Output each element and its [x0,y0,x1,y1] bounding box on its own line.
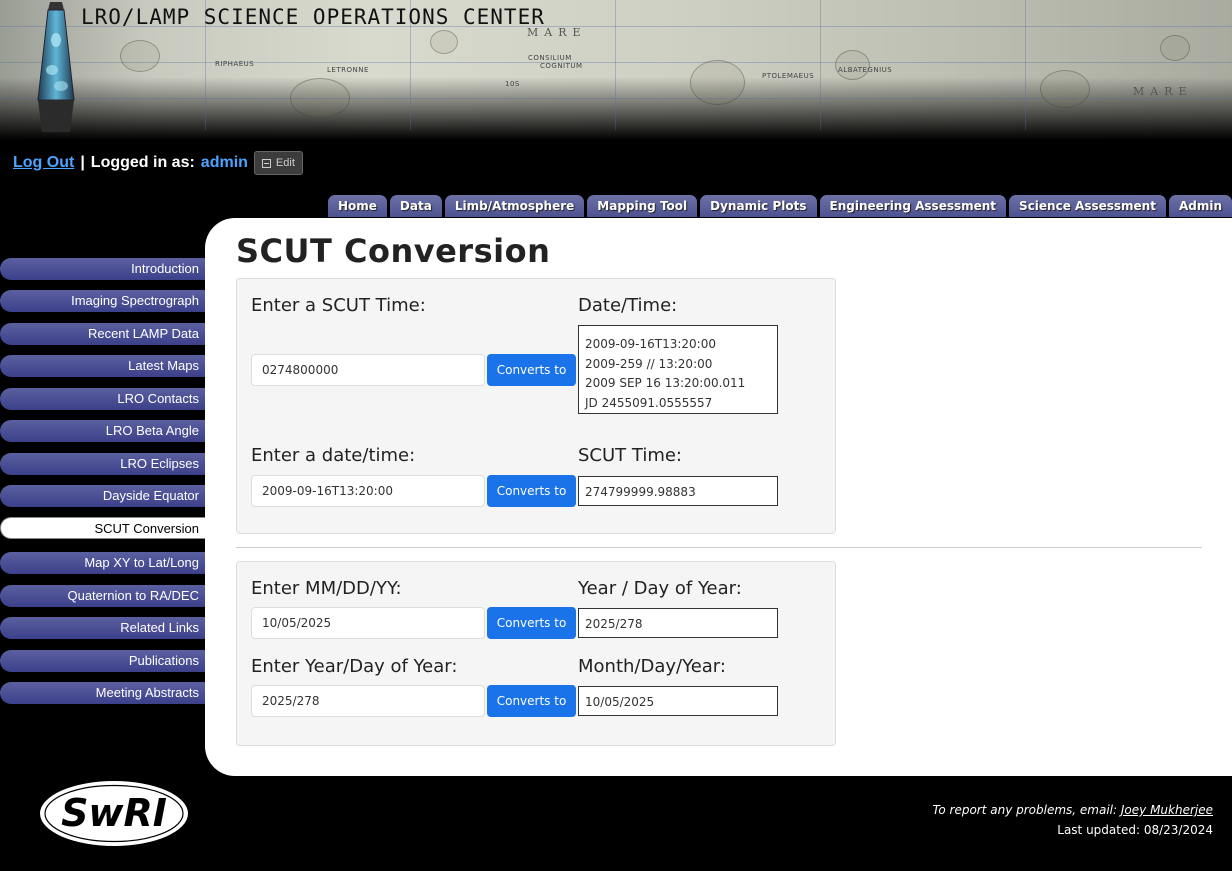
swri-logo-text: SwRI [61,791,167,835]
map-label: ALBATEGNIUS [838,66,893,74]
main-content: SCUT Conversion Enter a SCUT Time: 02748… [205,218,1232,776]
map-crater [1040,70,1090,108]
datetime-output-line: JD 2455091.0555557 [585,395,713,410]
tab-dynamic-plots[interactable]: Dynamic Plots [700,195,817,217]
ydoy-input-label: Enter Year/Day of Year: [251,656,458,677]
ydoy-output-label: Year / Day of Year: [578,578,742,599]
sidebar-item-lro-eclipses[interactable]: LRO Eclipses [0,453,205,475]
sidebar-item-quaternion-to-ra-dec[interactable]: Quaternion to RA/DEC [0,585,205,607]
map-grid-line [820,0,821,130]
header-banner: MARE CONSILIUM COGNITUM RIPHAEUS LETRONN… [0,0,1232,140]
username-link[interactable]: admin [201,154,248,172]
tab-mapping-tool[interactable]: Mapping Tool [587,195,698,217]
map-label: 10S [505,80,520,88]
page-title: SCUT Conversion [236,232,551,270]
sidebar-item-related-links[interactable]: Related Links [0,617,205,639]
scut-conversion-panel: Enter a SCUT Time: 0274800000 Converts t… [236,278,836,534]
mdy-output-label: Month/Day/Year: [578,656,726,677]
tab-admin[interactable]: Admin [1168,195,1232,217]
sidebar-item-dayside-equator[interactable]: Dayside Equator [0,485,205,507]
map-grid-line [0,62,1232,63]
lava-lamp-logo [37,2,75,132]
map-label: CONSILIUM [528,54,572,62]
datetime-output-line: 2009-259 // 13:20:00 [585,356,713,371]
mdy-input[interactable]: 10/05/2025 [251,607,485,639]
map-label: LETRONNE [327,66,369,74]
last-updated: Last updated: 08/23/2024 [1057,823,1213,837]
tab-science-assessment[interactable]: Science Assessment [1009,195,1166,217]
tab-limb-atmosphere[interactable]: Limb/Atmosphere [444,195,585,217]
map-crater [690,60,745,105]
sidebar-item-lro-contacts[interactable]: LRO Contacts [0,388,205,410]
tab-data[interactable]: Data [389,195,442,217]
map-crater [290,78,350,118]
map-label: RIPHAEUS [215,60,255,68]
ydoy-output: 2025/278 [578,608,778,638]
map-grid-line [1025,0,1026,130]
map-label: MARE [1133,85,1193,98]
mdy-output: 10/05/2025 [578,686,778,716]
scut-time-input[interactable]: 0274800000 [251,354,485,386]
datetime-output-line: 2009 SEP 16 13:20:00.011 [585,376,746,390]
section-divider [236,547,1202,548]
sidebar-item-publications[interactable]: Publications [0,650,205,672]
sidebar-item-map-xy-to-lat-long[interactable]: Map XY to Lat/Long [0,552,205,574]
sidebar-item-meeting-abstracts[interactable]: Meeting Abstracts [0,682,205,704]
sidebar-item-lro-beta-angle[interactable]: LRO Beta Angle [0,420,205,442]
edit-icon [261,158,271,168]
map-label: COGNITUM [540,62,583,70]
report-text: To report any problems, email: [932,803,1118,817]
edit-button[interactable]: Edit [253,151,303,175]
ydoy-convert-button[interactable]: Converts to [487,685,576,717]
sidebar-item-latest-maps[interactable]: Latest Maps [0,355,205,377]
scut-time-output: 274799999.98883 [578,476,778,506]
swri-logo: SwRI [40,781,188,846]
tab-engineering-assessment[interactable]: Engineering Assessment [819,195,1007,217]
date-convert-button[interactable]: Converts to [487,475,576,507]
map-crater [1160,35,1190,61]
contact-email-link[interactable]: Joey Mukherjee [1121,803,1213,817]
date-time-input[interactable]: 2009-09-16T13:20:00 [251,475,485,507]
logout-link[interactable]: Log Out [13,154,74,172]
logged-in-label: Logged in as: [90,154,195,171]
top-nav: Home Data Limb/Atmosphere Mapping Tool D… [327,195,1232,217]
date-input-label: Enter a date/time: [251,445,416,466]
site-title: LRO/LAMP SCIENCE OPERATIONS CENTER [81,5,545,29]
sidebar-item-recent-lamp-data[interactable]: Recent LAMP Data [0,323,205,345]
mdy-input-label: Enter MM/DD/YY: [251,578,402,599]
page: MARE CONSILIUM COGNITUM RIPHAEUS LETRONN… [0,0,1232,871]
datetime-output-label: Date/Time: [578,295,678,316]
datetime-output: 2009-09-16T13:20:00 2009-259 // 13:20:00… [578,325,778,414]
sidebar-item-imaging-spectrograph[interactable]: Imaging Spectrograph [0,290,205,312]
datetime-output-line: 2009-09-16T13:20:00 [585,337,716,351]
mdy-convert-button[interactable]: Converts to [487,607,576,639]
sidebar-item-scut-conversion[interactable]: SCUT Conversion [0,517,205,539]
map-crater [835,50,870,80]
login-separator: | [80,154,85,171]
tab-home[interactable]: Home [327,195,387,217]
ydoy-input[interactable]: 2025/278 [251,685,485,717]
login-bar: Log Out | Logged in as: admin Edit [13,150,303,176]
map-grid-line [615,0,616,130]
scut-convert-button[interactable]: Converts to [487,354,576,386]
sidebar-item-introduction[interactable]: Introduction [0,258,205,280]
scut-output-label: SCUT Time: [578,445,683,466]
map-crater [430,30,458,54]
map-label: PTOLEMAEUS [762,72,815,80]
date-conversion-panel: Enter MM/DD/YY: 10/05/2025 Converts to Y… [236,561,836,746]
footer-text: To report any problems, email: Joey Mukh… [933,800,1213,840]
scut-input-label: Enter a SCUT Time: [251,295,426,316]
edit-button-label: Edit [275,157,295,169]
map-crater [120,40,160,72]
